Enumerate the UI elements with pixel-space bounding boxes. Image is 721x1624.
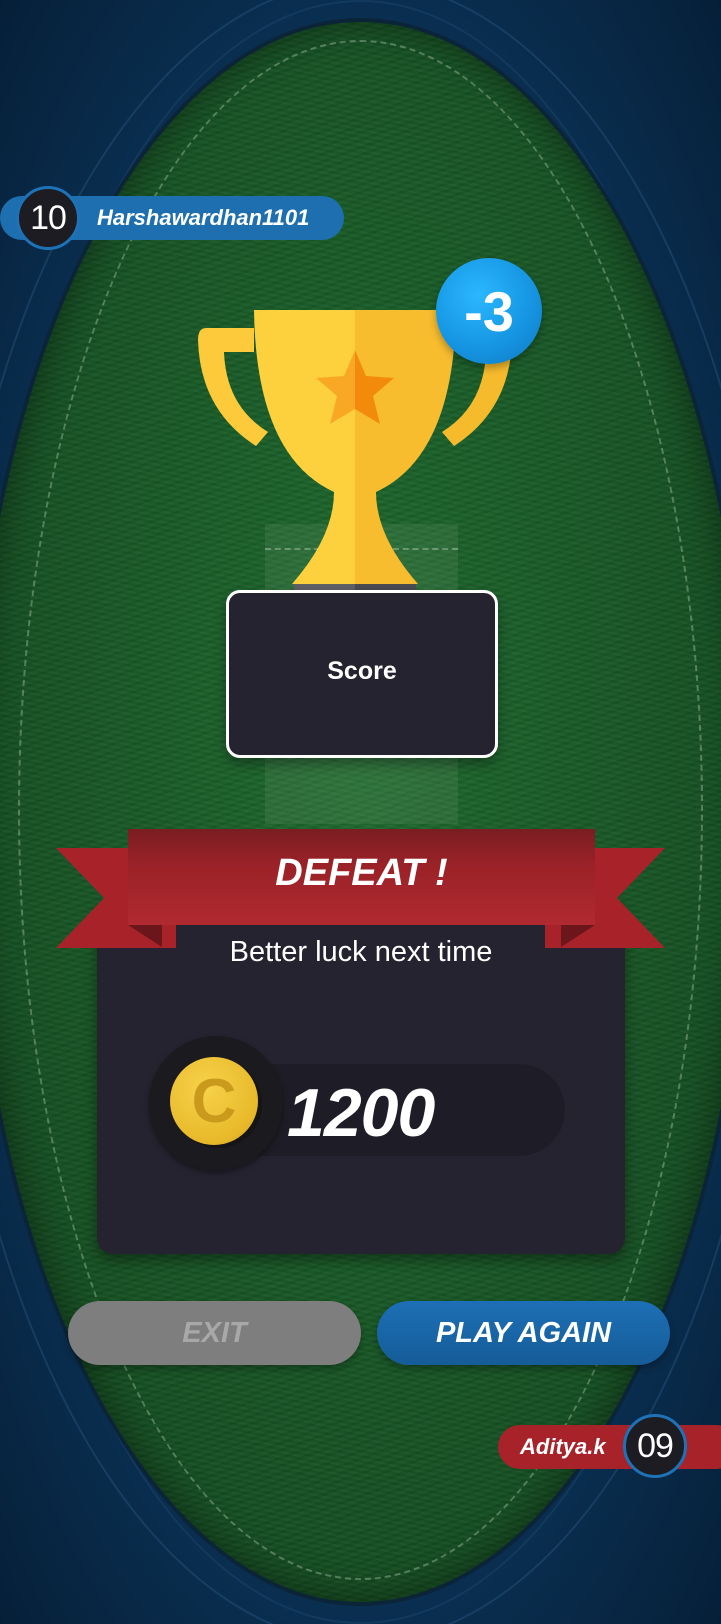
exit-button[interactable]: EXIT bbox=[68, 1301, 361, 1365]
player-rank-badge: 09 bbox=[623, 1414, 687, 1478]
player-name: Aditya.k bbox=[520, 1434, 606, 1459]
score-change-badge: -3 bbox=[436, 258, 542, 364]
score-label: Score bbox=[327, 657, 397, 685]
coin-holder: C bbox=[149, 1036, 283, 1170]
coin-icon: C bbox=[170, 1057, 258, 1145]
coin-amount: 1200 bbox=[287, 1075, 435, 1151]
coin-symbol: C bbox=[191, 1066, 237, 1136]
result-panel: Better luck next time C 1200 bbox=[97, 898, 625, 1254]
player-name: Harshawardhan1101 bbox=[97, 205, 310, 230]
score-card: Score bbox=[226, 590, 498, 758]
result-title: DEFEAT ! bbox=[275, 852, 448, 894]
player-rank-badge: 10 bbox=[16, 186, 80, 250]
play-again-button[interactable]: PLAY AGAIN bbox=[377, 1301, 670, 1365]
game-background bbox=[0, 0, 721, 1624]
